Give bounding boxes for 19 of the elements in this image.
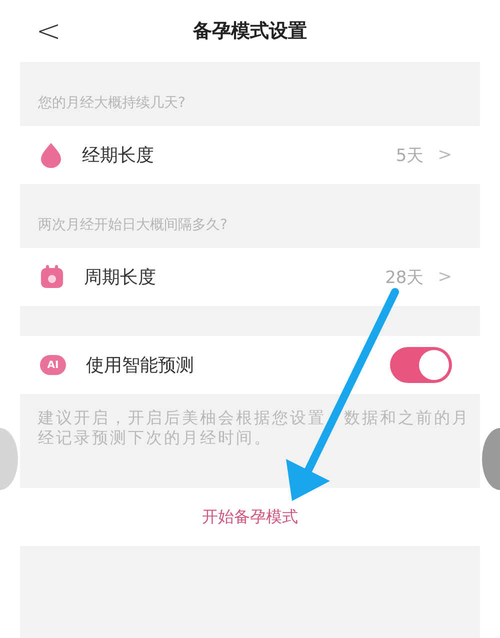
chevron-icon: > [438, 145, 452, 165]
setting-row[interactable]: 经期长度 5天 > [20, 126, 480, 184]
calendar-icon [40, 265, 64, 289]
drop-icon [40, 142, 62, 168]
page-title: 备孕模式设置 [193, 19, 307, 44]
setting-label: 经期长度 [82, 144, 155, 167]
section-question: 两次月经开始日大概间隔多久? [37, 216, 228, 235]
setting-row[interactable]: 周期长度 28天 > [20, 248, 480, 306]
ai-icon: AI [40, 355, 66, 375]
back-button[interactable]: < [30, 14, 68, 49]
start-button[interactable]: 开始备孕模式 [20, 488, 480, 546]
section-question: 您的月经大概持续几天? [37, 94, 186, 113]
setting-value: 5天 [396, 144, 424, 166]
setting-label: 使用智能预测 [86, 354, 195, 377]
chevron-icon: > [438, 267, 452, 287]
setting-value: 28天 [385, 266, 424, 288]
toggle-switch[interactable] [390, 347, 452, 383]
hint-text: 建议开启，开启后美柚会根据您设置 数据和之前的月经记录预测下次的月经时间。 [36, 407, 471, 449]
setting-label: 周期长度 [84, 266, 157, 289]
